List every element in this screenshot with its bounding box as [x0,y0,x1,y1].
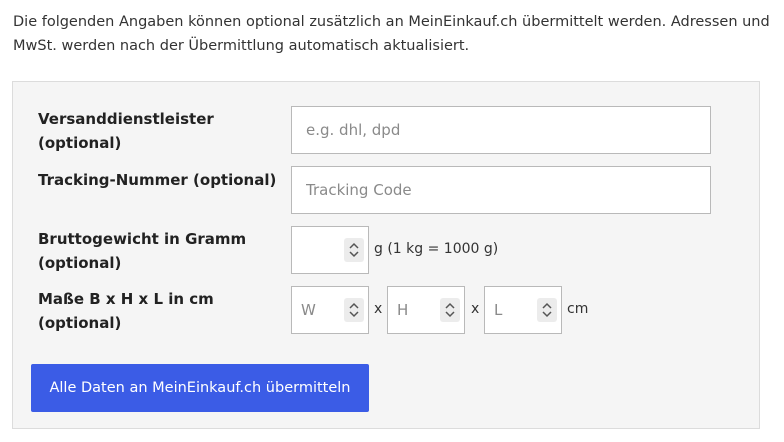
carrier-label-text: Versanddienstleister [38,110,214,128]
height-field [387,286,465,334]
weight-label: Bruttogewicht in Gramm (optional) [38,227,246,275]
weight-spinner-icon[interactable] [344,238,364,262]
shipping-details-form: Versanddienstleister (optional) Tracking… [12,81,760,429]
intro-text: Die folgenden Angaben können optional zu… [13,14,770,54]
height-input[interactable] [388,287,436,333]
weight-field [291,226,369,274]
dimensions-unit: cm [567,301,589,317]
length-spinner-icon[interactable] [537,298,557,322]
length-input[interactable] [485,287,533,333]
weight-input[interactable] [292,227,340,273]
dimension-separator-1: x [374,301,383,317]
submit-button[interactable]: Alle Daten an MeinEinkauf.ch übermitteln [31,364,369,412]
width-spinner-icon[interactable] [344,298,364,322]
width-field [291,286,369,334]
length-field [484,286,562,334]
dimension-separator-2: x [471,301,480,317]
height-spinner-icon[interactable] [440,298,460,322]
weight-unit: g (1 kg = 1000 g) [374,241,499,257]
weight-label-text: Bruttogewicht in Gramm [38,230,247,248]
carrier-label-optional: (optional) [38,134,122,152]
tracking-label: Tracking-Nummer (optional) [38,171,277,189]
dimensions-label-text: Maße B x H x L in cm [38,290,214,308]
carrier-label: Versanddienstleister (optional) [38,107,214,155]
weight-label-optional: (optional) [38,254,122,272]
width-input[interactable] [292,287,340,333]
dimensions-label-optional: (optional) [38,314,122,332]
dimensions-label: Maße B x H x L in cm (optional) [38,287,214,335]
carrier-input[interactable] [291,106,711,154]
tracking-input[interactable] [291,166,711,214]
